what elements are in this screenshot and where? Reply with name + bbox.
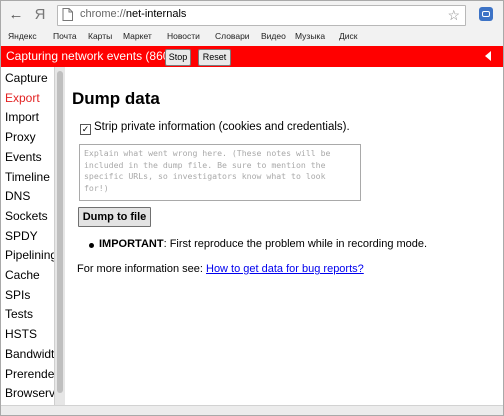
important-text: : First reproduce the problem while in r… (163, 238, 428, 250)
tab-list-scrollbar[interactable] (54, 67, 65, 415)
stop-button[interactable]: Stop (165, 49, 191, 66)
page-icon (62, 8, 73, 21)
tab-proxy[interactable]: Proxy (5, 130, 36, 144)
browser-window: ← Я chrome://net-internals ☆ Яндекс Почт… (0, 0, 504, 416)
bookmark-disk[interactable]: Диск (339, 31, 357, 41)
tab-tests[interactable]: Tests (5, 307, 33, 321)
tab-hsts[interactable]: HSTS (5, 327, 37, 341)
capture-status-text: Capturing network events (860) (6, 49, 174, 63)
bookmark-star-icon[interactable]: ☆ (447, 6, 460, 24)
bug-description-textarea[interactable]: Explain what went wrong here. (These not… (79, 144, 361, 201)
tab-prerender[interactable]: Prerender (5, 367, 56, 381)
more-info-prefix: For more information see: (77, 263, 206, 275)
yandex-logo-icon[interactable]: Я (30, 5, 50, 25)
collapse-arrow-icon[interactable] (485, 51, 491, 61)
url-text[interactable]: chrome://net-internals (80, 8, 186, 20)
tab-dns[interactable]: DNS (5, 189, 30, 203)
bullet-point (89, 243, 94, 248)
important-note: IMPORTANT: First reproduce the problem w… (99, 238, 427, 250)
bookmark-dicts[interactable]: Словари (215, 31, 250, 41)
tab-pipelining[interactable]: Pipelining (5, 248, 56, 262)
tab-export[interactable]: Export (5, 91, 40, 105)
browser-toolbar: ← Я chrome://net-internals ☆ (1, 1, 503, 29)
bookmarks-bar: Яндекс Почта Карты Маркет Новости Словар… (1, 29, 503, 46)
important-label: IMPORTANT (99, 238, 164, 250)
tab-sockets[interactable]: Sockets (5, 209, 48, 223)
bookmark-yandex[interactable]: Яндекс (8, 31, 37, 41)
tab-timeline[interactable]: Timeline (5, 170, 50, 184)
strip-private-label: Strip private information (cookies and c… (94, 121, 350, 133)
tab-list: Capture Export Import Proxy Events Timeline DN… (1, 67, 56, 415)
address-bar[interactable]: chrome://net-internals ☆ (57, 5, 466, 26)
bookmark-news[interactable]: Новости (167, 31, 200, 41)
tab-cache[interactable]: Cache (5, 268, 40, 282)
tab-browserve[interactable]: Browserve (5, 386, 56, 400)
url-scheme: chrome:// (80, 8, 126, 20)
bookmark-market[interactable]: Маркет (123, 31, 152, 41)
bookmark-video[interactable]: Видео (261, 31, 286, 41)
textarea-placeholder: Explain what went wrong here. (These not… (84, 148, 331, 193)
reset-button[interactable]: Reset (198, 49, 231, 66)
extension-icon[interactable] (479, 7, 493, 21)
bug-report-help-link[interactable]: How to get data for bug reports? (206, 263, 364, 275)
horizontal-scrollbar[interactable] (1, 405, 503, 415)
strip-private-checkbox[interactable]: ✓ (80, 124, 91, 135)
bookmark-mail[interactable]: Почта (53, 31, 77, 41)
back-button[interactable]: ← (6, 5, 26, 25)
capture-status-bar: Capturing network events (860) Stop Rese… (1, 46, 503, 67)
tab-capture[interactable]: Capture (5, 71, 48, 85)
tab-import[interactable]: Import (5, 110, 39, 124)
tab-events[interactable]: Events (5, 150, 42, 164)
dump-to-file-button[interactable]: Dump to file (78, 207, 151, 227)
url-host: net-internals (125, 8, 187, 20)
bookmark-maps[interactable]: Карты (88, 31, 112, 41)
tab-spis[interactable]: SPIs (5, 288, 30, 302)
export-panel: Dump data ✓ Strip private information (c… (65, 67, 503, 415)
tab-spdy[interactable]: SPDY (5, 229, 38, 243)
page-title: Dump data (72, 89, 160, 108)
scrollbar-thumb[interactable] (57, 71, 63, 393)
bookmark-music[interactable]: Музыка (295, 31, 325, 41)
tab-bandwidth[interactable]: Bandwidth (5, 347, 56, 361)
more-info-line: For more information see: How to get dat… (77, 263, 364, 275)
